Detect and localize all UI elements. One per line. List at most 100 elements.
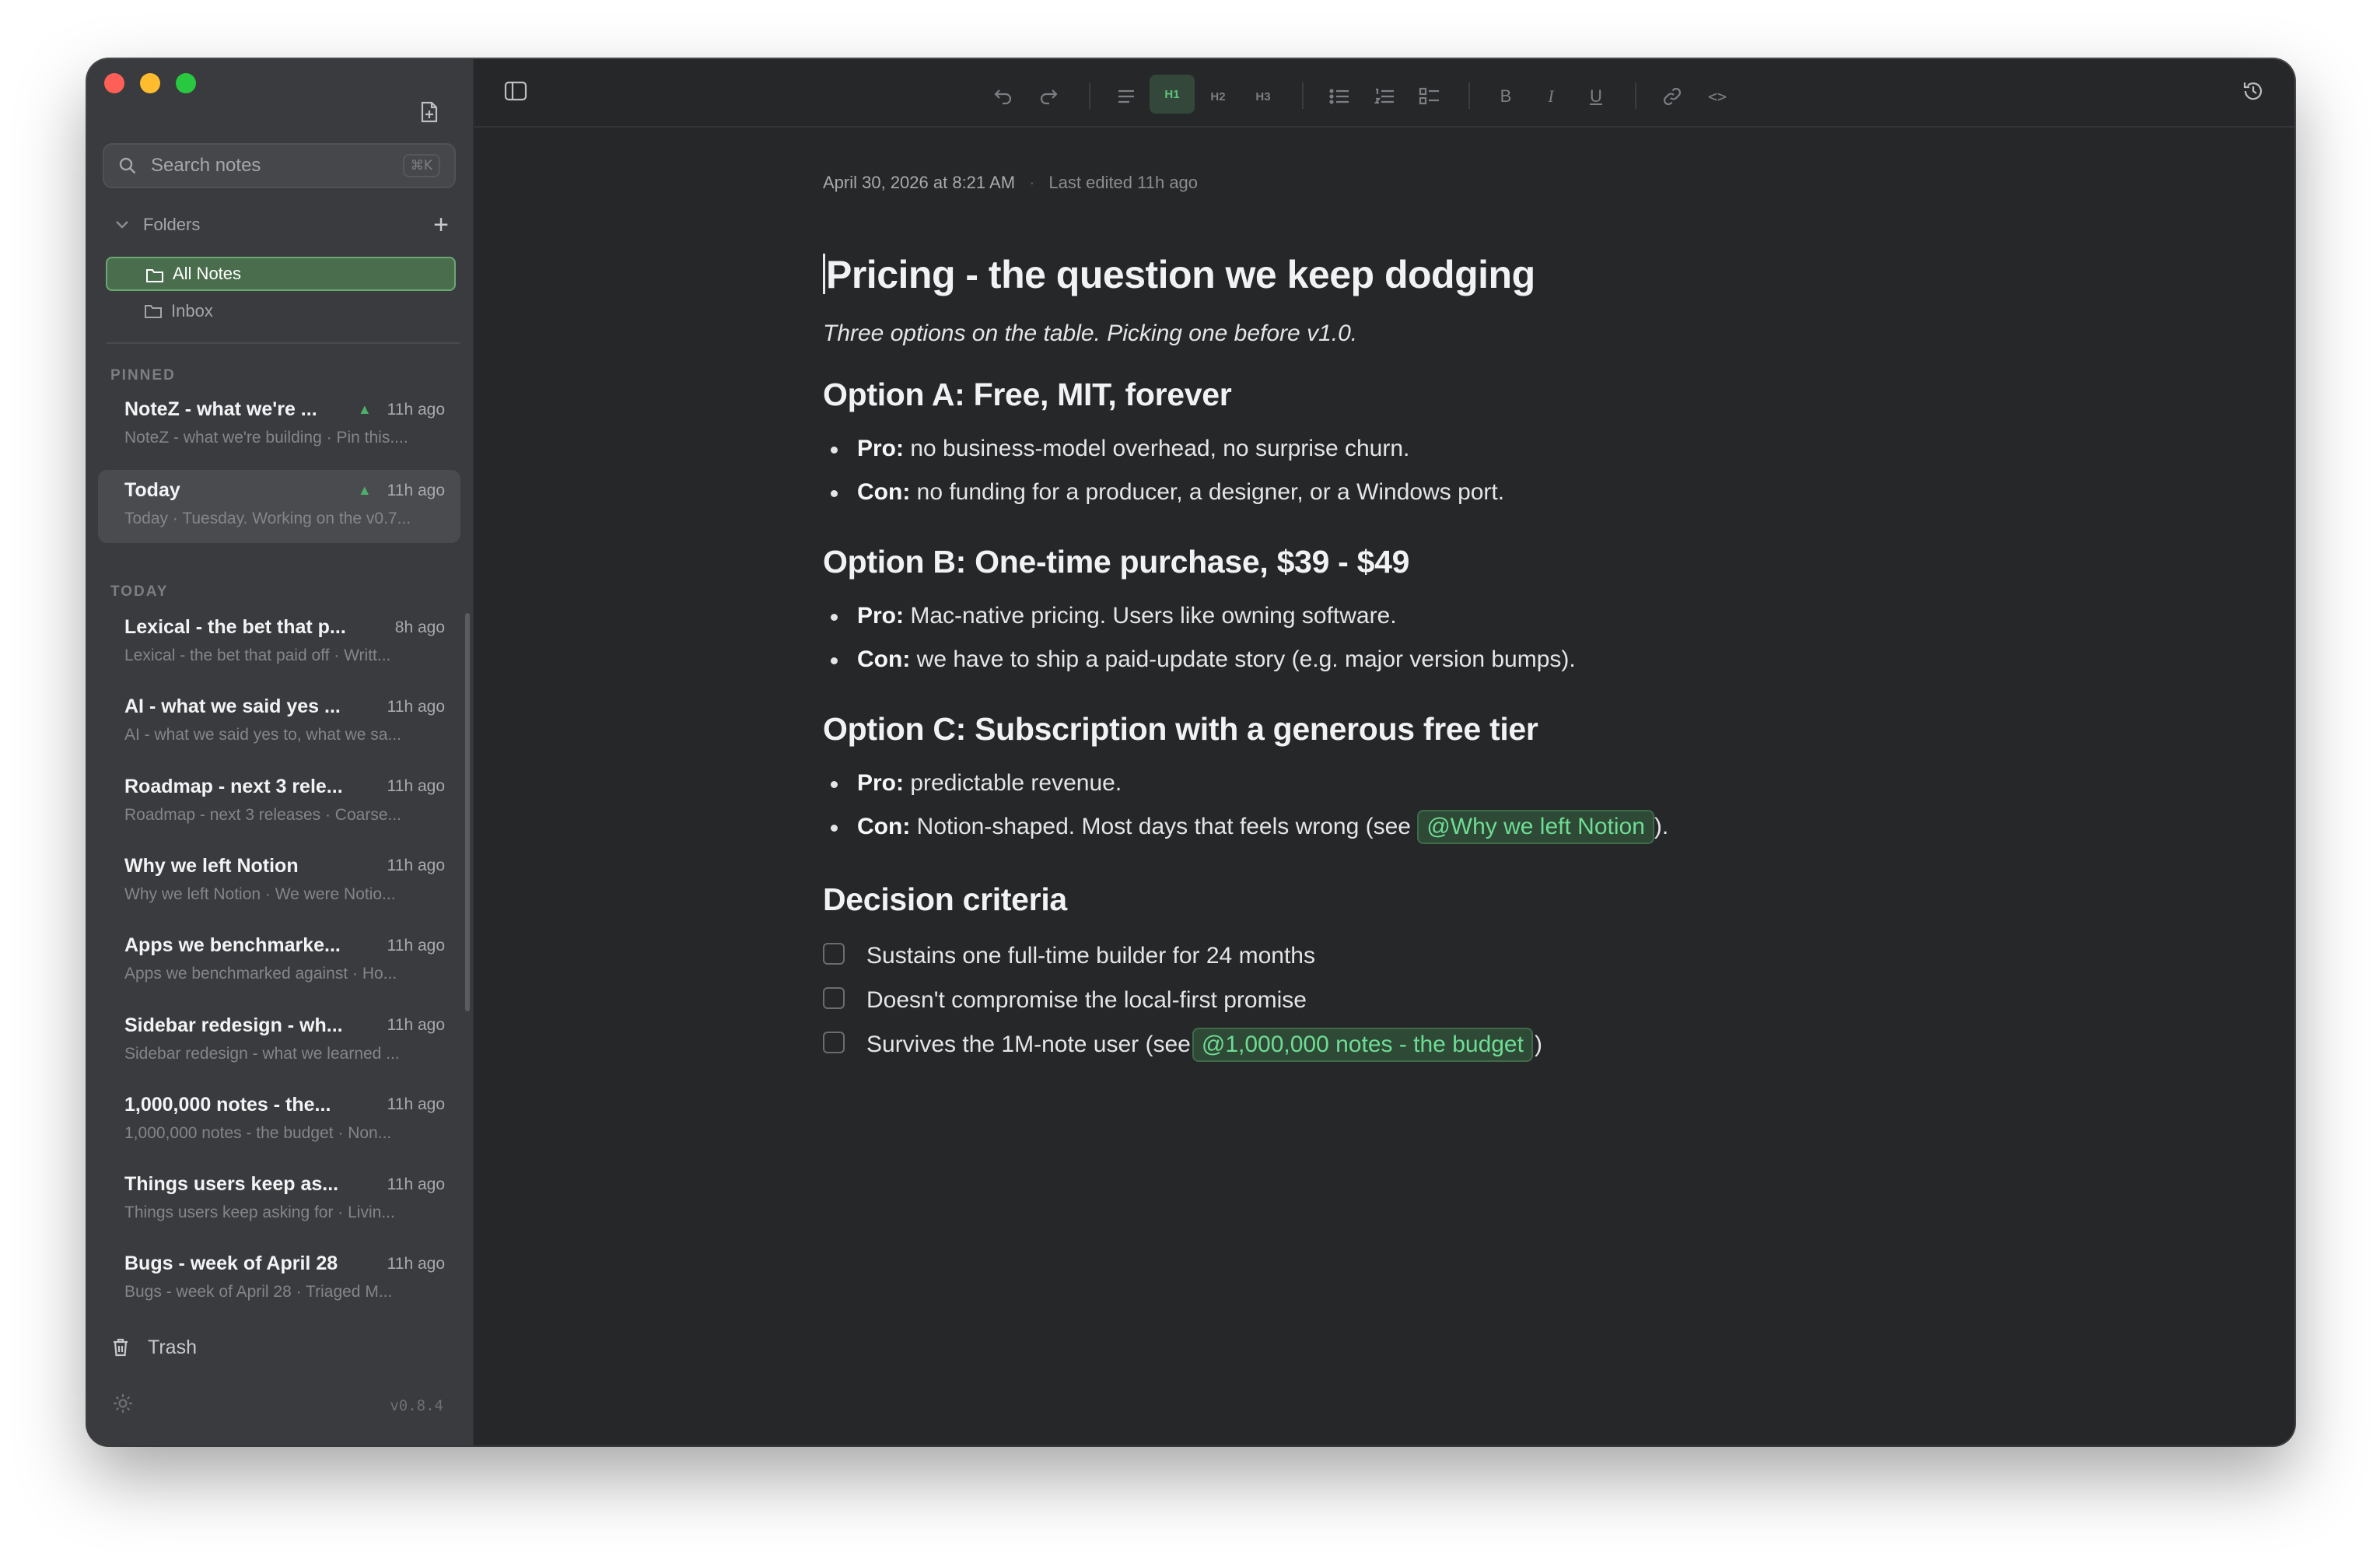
- checklist-text: Survives the 1M-note user (see: [866, 1031, 1191, 1057]
- history-button[interactable]: [2242, 79, 2270, 107]
- link-button[interactable]: [1657, 81, 1688, 112]
- bullet-item[interactable]: Con: Notion-shaped. Most days that feels…: [823, 805, 1834, 849]
- note-list-item[interactable]: 1,000,000 notes - the... 11h ago 1,000,000…: [98, 1084, 460, 1158]
- note-list-item[interactable]: Lexical - the bet that p... 8h ago Lexical…: [98, 607, 460, 680]
- toggle-sidebar-button[interactable]: [504, 81, 535, 112]
- bullet-label: Pro:: [857, 770, 904, 796]
- checklist-text-after: ): [1534, 1031, 1542, 1057]
- section-heading[interactable]: Option C: Subscription with a generous f…: [823, 711, 1834, 748]
- note-title: 1,000,000 notes - the...: [124, 1093, 331, 1116]
- note-preview: Sidebar redesign - what we learned ...: [124, 1044, 400, 1063]
- bold-button[interactable]: B: [1490, 81, 1521, 112]
- sidebar-scrollbar[interactable]: [465, 613, 470, 1011]
- note-title: Today: [124, 479, 180, 501]
- bullet-item[interactable]: Pro: Mac-native pricing. Users like owni…: [823, 594, 1834, 638]
- checklist-item[interactable]: Sustains one full-time builder for 24 mo…: [823, 934, 1834, 978]
- note-list-item[interactable]: AI - what we said yes ... 11h ago AI - wha…: [98, 686, 460, 759]
- redo-icon: [1040, 89, 1058, 105]
- pinned-note-item[interactable]: NoteZ - what we're ... ▲ 11h ago NoteZ -…: [98, 389, 460, 462]
- bullet-list: Pro: predictable revenue. Con: Notion-sha…: [823, 762, 1834, 849]
- note-list-item[interactable]: Things users keep as... 11h ago Things use…: [98, 1164, 460, 1237]
- heading-1-button[interactable]: H1: [1150, 75, 1195, 114]
- app-window: ⌘K Folders + All Notes Inbox PINNED Note…: [87, 59, 2294, 1445]
- note-sections: Option A: Free, MIT, forever Pro: no busi…: [823, 377, 1834, 849]
- note-title: Things users keep as...: [124, 1173, 339, 1196]
- note-preview: 1,000,000 notes - the budget · Non...: [124, 1123, 392, 1142]
- numbered-list-button[interactable]: [1369, 81, 1400, 112]
- redo-button[interactable]: [1033, 81, 1064, 112]
- close-window-button[interactable]: [104, 73, 124, 93]
- heading-3-button[interactable]: H3: [1248, 81, 1279, 112]
- search-input[interactable]: [151, 155, 403, 177]
- paragraph-button[interactable]: [1111, 81, 1142, 112]
- undo-button[interactable]: [988, 81, 1019, 112]
- bullet-text: no funding for a producer, a designer, o…: [910, 479, 1505, 505]
- note-preview: NoteZ - what we're building · Pin this..…: [124, 429, 408, 447]
- pinned-note-item[interactable]: Today ▲ 11h ago Today · Tuesday. Working…: [98, 470, 460, 543]
- bullet-label: Con:: [857, 479, 911, 505]
- note-document[interactable]: April 30, 2026 at 8:21 AM · Last edited …: [823, 173, 1834, 1067]
- app-version: v0.8.4: [390, 1397, 443, 1414]
- note-list-item[interactable]: Bugs - week of April 28 11h ago Bugs - wee…: [98, 1243, 460, 1316]
- folders-header[interactable]: Folders +: [115, 212, 453, 238]
- sidebar: ⌘K Folders + All Notes Inbox PINNED Note…: [87, 59, 474, 1445]
- note-title: Lexical - the bet that p...: [124, 616, 346, 638]
- bullet-text-after: ).: [1654, 814, 1669, 839]
- italic-button[interactable]: I: [1535, 81, 1566, 112]
- settings-button[interactable]: [112, 1393, 134, 1414]
- editor-pane: H1 H2 H3 B I U <> April 30, 2026 at 8:21…: [474, 59, 2294, 1445]
- zoom-window-button[interactable]: [176, 73, 196, 93]
- toolbar-separator: [1302, 82, 1304, 109]
- bullet-list-button[interactable]: [1324, 81, 1355, 112]
- history-icon: [2243, 82, 2263, 100]
- folder-inbox[interactable]: Inbox: [106, 294, 456, 328]
- criteria-heading[interactable]: Decision criteria: [823, 881, 1834, 918]
- note-time: 11h ago: [387, 857, 445, 875]
- new-note-button[interactable]: [414, 96, 445, 128]
- link-icon: [1663, 87, 1682, 106]
- bullet-item[interactable]: Con: no funding for a producer, a design…: [823, 471, 1834, 514]
- search-shortcut-badge: ⌘K: [402, 154, 440, 177]
- folder-all-notes[interactable]: All Notes: [106, 257, 456, 291]
- checkbox[interactable]: [823, 1031, 845, 1053]
- note-mention-link[interactable]: @Why we left Notion: [1417, 810, 1654, 844]
- note-time: 11h ago: [387, 1016, 445, 1034]
- folder-icon: [145, 305, 162, 318]
- bullet-item[interactable]: Pro: predictable revenue.: [823, 762, 1834, 805]
- checklist-item[interactable]: Doesn't compromise the local-first promi…: [823, 978, 1834, 1022]
- section-heading[interactable]: Option B: One-time purchase, $39 - $49: [823, 544, 1834, 580]
- note-mention-link[interactable]: @1,000,000 notes - the budget: [1192, 1027, 1533, 1062]
- note-list-item[interactable]: Apps we benchmarke... 11h ago Apps we benc…: [98, 925, 460, 998]
- checklist-item[interactable]: Survives the 1M-note user (see @1,000,00…: [823, 1022, 1834, 1067]
- checklist-text: Doesn't compromise the local-first promi…: [866, 986, 1307, 1013]
- chevron-down-icon[interactable]: [115, 217, 131, 233]
- note-preview: Why we left Notion · We were Notio...: [124, 885, 396, 903]
- checklist-icon: [1419, 87, 1439, 105]
- section-heading[interactable]: Option A: Free, MIT, forever: [823, 377, 1834, 413]
- code-button[interactable]: <>: [1702, 81, 1733, 112]
- note-preview: Roadmap - next 3 releases · Coarse...: [124, 805, 401, 824]
- bullet-list: Pro: no business-model overhead, no surp…: [823, 427, 1834, 514]
- bullet-text: Notion-shaped. Most days that feels wron…: [910, 814, 1418, 839]
- trash-button[interactable]: Trash: [112, 1337, 197, 1359]
- checkbox[interactable]: [823, 942, 845, 965]
- italic-label: I: [1548, 86, 1554, 106]
- note-list-item[interactable]: Sidebar redesign - wh... 11h ago Sidebar r…: [98, 1005, 460, 1078]
- bullet-item[interactable]: Pro: no business-model overhead, no surp…: [823, 427, 1834, 471]
- bullet-text: we have to ship a paid-update story (e.g…: [910, 646, 1576, 672]
- add-folder-button[interactable]: +: [429, 212, 453, 238]
- note-list-item[interactable]: Roadmap - next 3 rele... 11h ago Roadmap -…: [98, 766, 460, 839]
- note-list-item[interactable]: Why we left Notion 11h ago Why we left Not…: [98, 846, 460, 919]
- note-preview: Things users keep asking for · Livin...: [124, 1203, 395, 1222]
- folders-label: Folders: [143, 215, 201, 234]
- checklist-button[interactable]: [1414, 81, 1445, 112]
- bullet-item[interactable]: Con: we have to ship a paid-update story…: [823, 638, 1834, 681]
- search-bar[interactable]: ⌘K: [103, 143, 456, 188]
- underline-label: U: [1590, 86, 1602, 106]
- checkbox[interactable]: [823, 986, 845, 1009]
- note-subtitle[interactable]: Three options on the table. Picking one …: [823, 321, 1834, 347]
- note-title-heading[interactable]: Pricing - the question we keep dodging: [823, 252, 1834, 297]
- minimize-window-button[interactable]: [140, 73, 160, 93]
- heading-2-button[interactable]: H2: [1202, 81, 1234, 112]
- underline-button[interactable]: U: [1580, 81, 1612, 112]
